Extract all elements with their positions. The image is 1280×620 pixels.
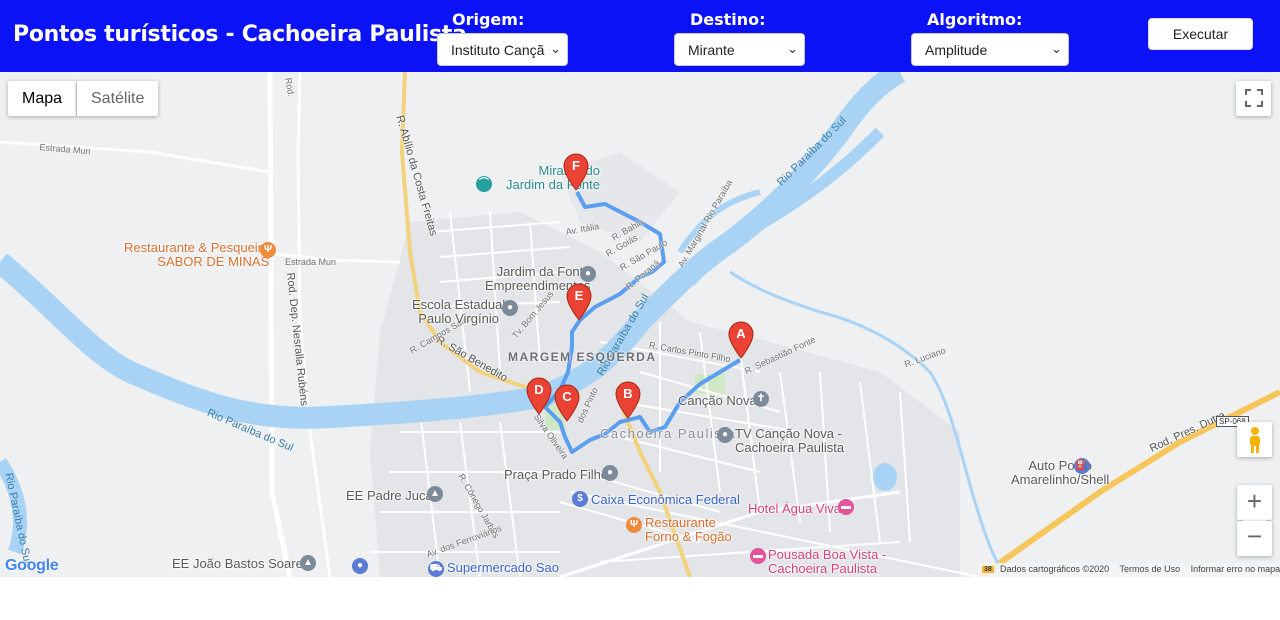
school-icon: ▲ <box>300 555 316 571</box>
hotel-icon: ▬ <box>838 499 854 515</box>
location-pin-icon: ● <box>717 427 733 443</box>
district-label: MARGEM ESQUERDA <box>508 350 657 364</box>
gas-station-icon: ⛽ <box>1074 458 1090 474</box>
marker-letter: B <box>623 386 633 401</box>
street-label: Estrada Mun <box>285 257 337 267</box>
terms-link[interactable]: Termos de Uso <box>1120 564 1181 574</box>
logo-text: Google <box>5 557 59 574</box>
route-marker-a[interactable]: A <box>728 321 754 359</box>
attribution-bar: Dados cartográficos ©2020 Termos de Uso … <box>978 563 1280 577</box>
app-header: Pontos turísticos - Cachoeira Paulista O… <box>0 0 1280 72</box>
poi-pousada[interactable]: Pousada Boa Vista - Cachoeira Paulista <box>768 548 886 576</box>
pegman-icon <box>1249 427 1260 453</box>
chevron-down-icon: ⌄ <box>787 41 798 56</box>
poi-caixa[interactable]: Caixa Econômica Federal <box>591 493 740 507</box>
zoom-divider <box>1243 520 1266 521</box>
route-marker-f[interactable]: F <box>563 153 589 191</box>
fullscreen-icon <box>1244 89 1263 107</box>
fullscreen-button[interactable] <box>1236 81 1271 116</box>
poi-auto-posto[interactable]: Auto Posto Amarelinho/Shell <box>1011 459 1109 487</box>
route-marker-b[interactable]: B <box>615 381 641 419</box>
marker-letter: C <box>562 389 572 404</box>
origin-value: Instituto Cançã <box>451 42 545 58</box>
poi-ee-joao[interactable]: EE João Bastos Soares <box>172 557 309 571</box>
chevron-down-icon: ⌄ <box>550 41 561 56</box>
viewpoint-icon: ⌒ <box>476 176 492 192</box>
marker-letter: E <box>574 288 584 303</box>
algorithm-label: Algoritmo: <box>927 10 1023 29</box>
route-marker-e[interactable]: E <box>566 283 592 321</box>
report-link[interactable]: Informar erro no mapa <box>1191 564 1280 574</box>
destination-value: Mirante <box>688 42 735 58</box>
restaurant-icon: Ψ <box>260 242 276 258</box>
poi-ee-padre-juca[interactable]: EE Padre Juca <box>346 489 433 503</box>
map-canvas[interactable]: Rio Paraíba do Sul Rio Paraíba do Sul Ri… <box>0 72 1280 577</box>
map-type-map-button[interactable]: Mapa <box>8 81 77 116</box>
location-pin-icon: ● <box>580 266 596 282</box>
zoom-in-button[interactable]: + <box>1237 485 1272 520</box>
route-marker-c[interactable]: C <box>554 384 580 422</box>
bank-icon: $ <box>572 491 588 507</box>
marker-letter: A <box>736 326 746 341</box>
poi-tv-cancao-nova[interactable]: TV Canção Nova - Cachoeira Paulista <box>735 427 844 455</box>
location-pin-icon: ● <box>502 300 518 316</box>
route-marker-d[interactable]: D <box>526 377 552 415</box>
hotel-icon: ▬ <box>750 548 766 564</box>
page-title: Pontos turísticos - Cachoeira Paulista <box>13 22 467 47</box>
chevron-down-icon: ⌄ <box>1051 41 1062 56</box>
map-type-satellite-button[interactable]: Satélite <box>77 81 159 116</box>
poi-restaurante-forno[interactable]: Restaurante Forno & Fogão <box>645 516 732 544</box>
poi-hotel[interactable]: Hotel Água Viva <box>748 502 841 516</box>
poi-supermercado[interactable]: Supermercado Sao <box>447 561 559 575</box>
marker-letter: D <box>534 382 544 397</box>
street-view-button[interactable] <box>1237 422 1272 457</box>
attribution-text: Dados cartográficos ©2020 <box>1000 564 1110 574</box>
destination-select[interactable]: Mirante ⌄ <box>674 33 805 66</box>
poi-escola[interactable]: Escola Estadual Paulo Virgínio <box>412 298 505 326</box>
google-logo: Google <box>5 557 59 575</box>
algorithm-select[interactable]: Amplitude ⌄ <box>911 33 1069 66</box>
poi-cancao-nova[interactable]: Canção Nova <box>678 394 757 408</box>
algorithm-value: Amplitude <box>925 42 988 58</box>
poi-praca[interactable]: Praça Prado Filho <box>504 468 608 482</box>
shopping-cart-icon: ⛟ <box>428 561 444 577</box>
road-number-badge: 38 <box>982 566 994 573</box>
origin-label: Origem: <box>452 10 525 29</box>
zoom-out-button[interactable]: − <box>1237 521 1272 556</box>
church-icon: ✝ <box>753 391 769 407</box>
district-label: Cachoeira Paulista <box>600 426 737 441</box>
restaurant-icon: Ψ <box>626 517 642 533</box>
location-pin-icon: ● <box>352 558 368 574</box>
marker-letter: F <box>572 158 580 173</box>
run-button[interactable]: Executar <box>1148 18 1253 50</box>
destination-label: Destino: <box>690 10 766 29</box>
school-icon: ▲ <box>427 486 443 502</box>
origin-select[interactable]: Instituto Cançã ⌄ <box>437 33 568 66</box>
location-pin-icon: ● <box>602 465 618 481</box>
poi-restaurante-sabor[interactable]: Restaurante & Pesqueiro SABOR DE MINAS <box>124 241 269 269</box>
